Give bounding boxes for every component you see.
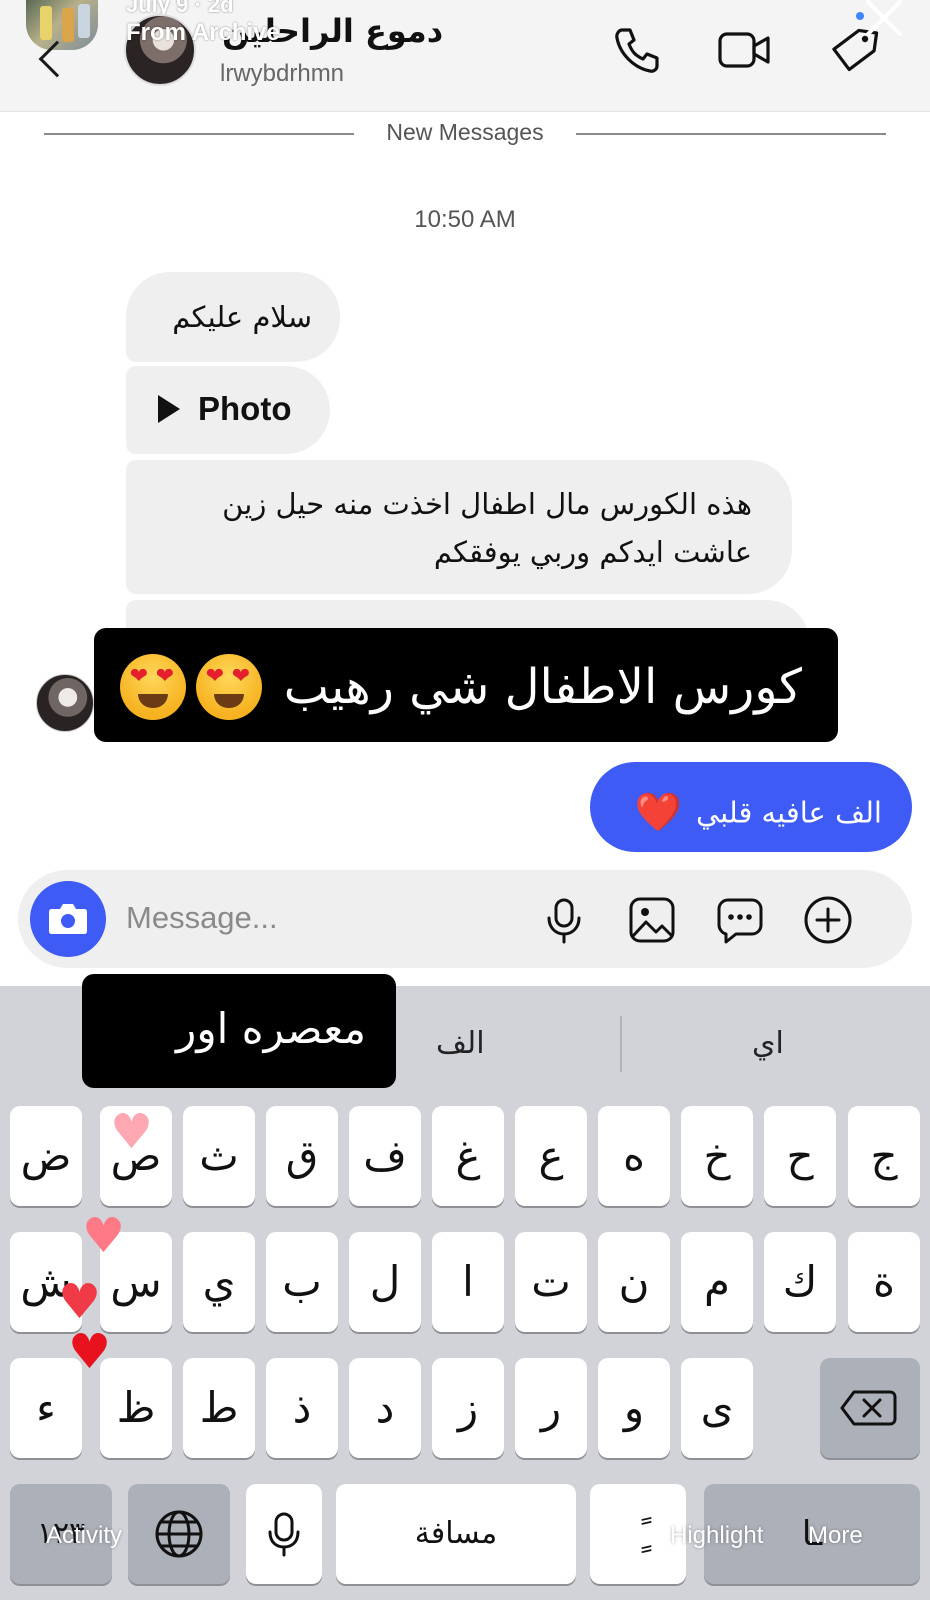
story-thumbnail[interactable] <box>26 0 98 50</box>
key[interactable]: ق <box>266 1106 338 1206</box>
delete-key[interactable] <box>820 1358 920 1458</box>
sender-avatar[interactable] <box>36 674 94 732</box>
key[interactable]: د <box>349 1358 421 1458</box>
microphone-icon[interactable] <box>538 894 590 946</box>
key[interactable]: ط <box>183 1358 255 1458</box>
message-timestamp: 10:50 AM <box>414 206 516 233</box>
message-input[interactable]: Message... <box>126 900 278 936</box>
key[interactable]: ث <box>183 1106 255 1206</box>
heart-eyes-emoji-icon <box>195 654 262 720</box>
story-source-label: From Archive <box>126 19 280 46</box>
contact-username: lrwybdrhmn <box>220 60 345 87</box>
key[interactable]: ذ <box>266 1358 338 1458</box>
suggestion-separator <box>620 1016 622 1072</box>
close-icon[interactable] <box>856 0 916 38</box>
key[interactable]: غ <box>432 1106 504 1206</box>
chat-header: July 9 · 2d دموع الراحلين From Archive l… <box>0 0 930 112</box>
message-text: سلام عليكم <box>172 300 312 334</box>
phone-icon[interactable] <box>608 22 664 78</box>
globe-key[interactable] <box>128 1484 230 1584</box>
story-more-label[interactable]: More <box>808 1522 863 1550</box>
globe-icon <box>155 1510 203 1558</box>
suggestion-ay[interactable]: اي <box>752 1026 784 1061</box>
key[interactable]: ب <box>266 1232 338 1332</box>
keyboard-caption-text: معصره اور <box>176 1004 366 1053</box>
new-messages-label: New Messages <box>386 119 544 145</box>
keyboard-caption-overlay: معصره اور <box>82 974 396 1088</box>
backspace-icon <box>840 1390 897 1426</box>
message-bubble-course[interactable]: هذه الكورس مال اطفال اخذت منه حيل زين عا… <box>126 460 792 594</box>
key[interactable]: ر <box>515 1358 587 1458</box>
gallery-icon[interactable] <box>626 894 678 946</box>
key[interactable]: ى <box>681 1358 753 1458</box>
key[interactable]: م <box>681 1232 753 1332</box>
story-caption-overlay: كورس الاطفال شي رهيب <box>94 628 838 742</box>
my-message-text: الف عافيه قلبي <box>695 795 882 830</box>
sticker-chat-icon[interactable] <box>714 894 766 946</box>
key[interactable]: و <box>598 1358 670 1458</box>
camera-icon <box>49 904 87 934</box>
floating-heart-icon: ♥ <box>82 1208 126 1264</box>
message-bubble-photo[interactable]: Photo <box>126 366 330 454</box>
photo-label: Photo <box>198 390 292 427</box>
story-date: July 9 · 2d <box>126 0 234 17</box>
key[interactable]: خ <box>681 1106 753 1206</box>
heart-eyes-emoji-icon <box>119 654 186 720</box>
story-caption-text: كورس الاطفال شي رهيب <box>283 659 802 715</box>
key[interactable]: ض <box>10 1106 82 1206</box>
key[interactable]: ت <box>515 1232 587 1332</box>
plus-icon[interactable] <box>802 894 854 946</box>
story-highlight-label[interactable]: Highlight <box>670 1522 763 1550</box>
key[interactable]: ح <box>764 1106 836 1206</box>
video-icon[interactable] <box>716 22 772 78</box>
floating-heart-icon: ♥ <box>58 1274 102 1330</box>
message-text-line-2: عاشت ايدكم وربي يوفقكم <box>433 535 752 569</box>
key[interactable]: ل <box>349 1232 421 1332</box>
floating-heart-icon: ♥ <box>68 1324 112 1380</box>
my-message-bubble[interactable]: الف عافيه قلبي ❤️ <box>590 762 912 852</box>
key[interactable]: ي <box>183 1232 255 1332</box>
key[interactable]: ن <box>598 1232 670 1332</box>
new-messages-divider: New Messages <box>44 118 886 148</box>
key[interactable]: ا <box>432 1232 504 1332</box>
key[interactable]: ك <box>764 1232 836 1332</box>
story-activity-label[interactable]: Activity <box>46 1522 122 1550</box>
key[interactable]: ة <box>848 1232 920 1332</box>
microphone-icon <box>268 1512 300 1557</box>
dictation-key[interactable] <box>246 1484 322 1584</box>
message-composer: Message... <box>18 870 912 968</box>
suggestion-alf[interactable]: الف <box>436 1026 485 1061</box>
key[interactable]: ع <box>515 1106 587 1206</box>
key[interactable]: ه <box>598 1106 670 1206</box>
camera-button[interactable] <box>30 881 106 957</box>
message-text-line-1: هذه الكورس مال اطفال اخذت منه حيل زين <box>222 487 752 521</box>
key[interactable]: ج <box>848 1106 920 1206</box>
red-heart-emoji: ❤️ <box>634 790 682 834</box>
play-icon <box>158 395 180 423</box>
message-bubble-greeting[interactable]: سلام عليكم <box>126 272 340 362</box>
key[interactable]: ف <box>349 1106 421 1206</box>
key[interactable]: ز <box>432 1358 504 1458</box>
space-key[interactable]: مسافة <box>336 1484 576 1584</box>
floating-heart-icon: ♥ <box>110 1104 154 1160</box>
